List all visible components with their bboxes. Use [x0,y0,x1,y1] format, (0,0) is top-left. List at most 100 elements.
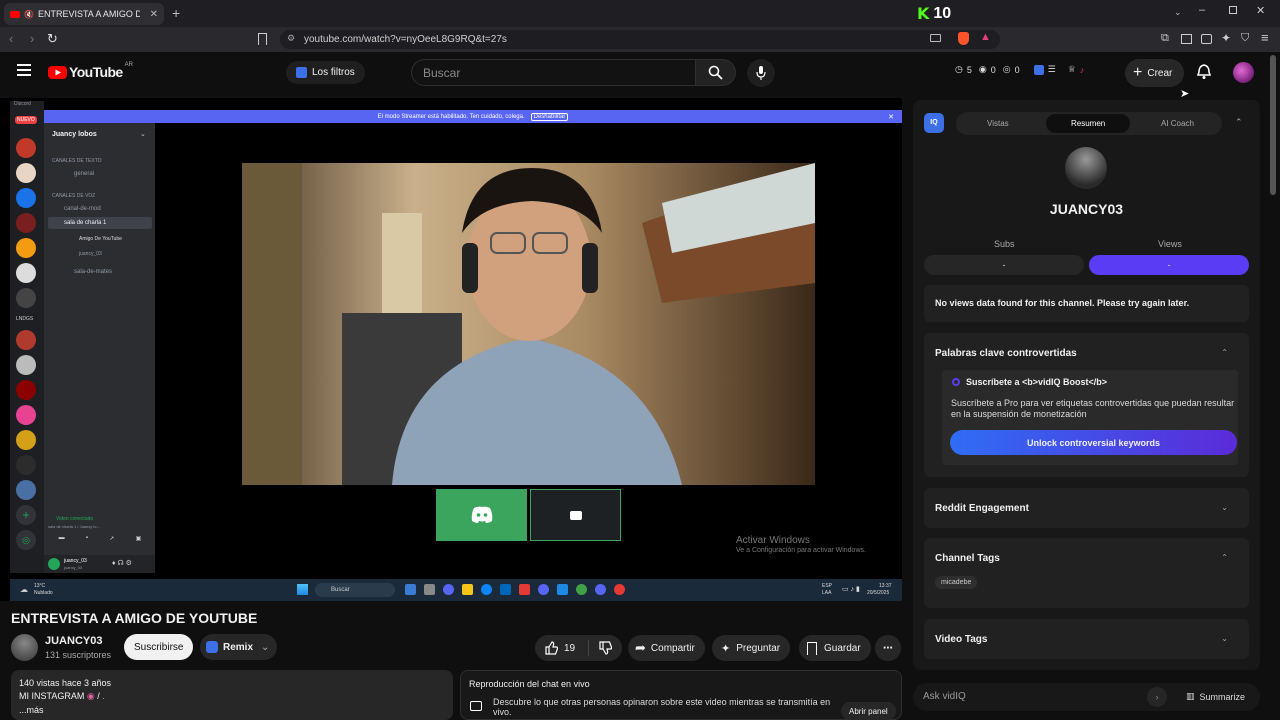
chevron-up-icon[interactable]: ⌃ [1221,348,1228,357]
windows-start-icon[interactable] [297,584,308,595]
description-more[interactable]: ...más [19,705,445,715]
brave-shield-icon[interactable] [958,32,969,45]
chevron-up-icon[interactable]: ⌃ [1221,553,1228,562]
channel-mod[interactable]: canal-de-mod [64,206,101,212]
description-box[interactable]: 140 vistas hace 3 años MI INSTAGRAM ◉ / … [11,670,453,720]
subscribe-button[interactable]: Suscribirse [124,634,194,660]
k-logo-icon: K [917,4,930,23]
self-video-tile[interactable] [530,489,621,541]
summarize-button[interactable]: ▥ Summarize [1186,691,1245,702]
tab-list-icon[interactable]: ⌄ [1174,7,1182,18]
hamburger-menu-icon[interactable] [17,64,31,76]
search-input[interactable]: Buscar [411,59,696,86]
browser-tab-bar: 🔇 ENTREVISTA A AMIGO DE YOUTUBE ✕ + K 10… [0,0,1280,27]
views-bar: - [1089,255,1249,275]
youtube-logo[interactable]: YouTube AR [48,62,133,80]
video-tags-card[interactable]: Video Tags ⌄ [924,619,1249,659]
vidiq-stats-toolbar[interactable]: ◷ 5 ◉ 0 ◎ 0 ☰ ♕ ♪ [955,64,1084,75]
vidiq-logo-icon[interactable]: IQ [924,113,944,133]
channel-general[interactable]: general [74,171,94,177]
tab-ai-coach[interactable]: AI Coach [1161,119,1194,128]
leo-ai-icon[interactable]: ✦ [1221,31,1231,45]
rewards-icon[interactable]: ▲ [980,31,991,43]
site-info-icon[interactable]: ⚙ [287,33,295,44]
voice-search-button[interactable] [747,59,775,87]
menu-icon[interactable]: ≡ [1261,30,1269,45]
bookmark-icon[interactable] [258,33,267,45]
browser-tab[interactable]: 🔇 ENTREVISTA A AMIGO DE YOUTUBE ✕ [4,3,164,25]
avatar[interactable] [1233,62,1254,83]
forward-icon[interactable]: › [30,31,34,46]
channel-avatar[interactable] [11,634,38,661]
channel-name[interactable]: JUANCY03 [45,635,102,647]
notifications-icon[interactable] [1197,64,1211,79]
voice-connected-sub: sala de charla 1 / Juancy lo... [48,524,100,529]
system-tray-icons[interactable]: ▭ ♪ ▮ [842,585,860,593]
url-field[interactable]: ⚙ youtube.com/watch?v=nyOeeL8G9RQ&t=27s … [280,30,1000,49]
tab-close-icon[interactable]: ✕ [150,9,158,20]
new-badge: NUEVO [15,116,37,124]
subscribe-label: Suscribirse [134,641,184,653]
server-name[interactable]: Juancy lobos [52,131,97,138]
tab-resumen[interactable]: Resumen [1071,119,1105,128]
trophy-icon: ♕ [1067,64,1076,74]
page-scrollbar[interactable] [1270,55,1276,195]
create-button[interactable]: + Crear [1125,59,1185,87]
more-actions-button[interactable]: ⋯ [875,635,901,661]
back-icon[interactable]: ‹ [9,31,13,46]
search-button[interactable] [696,59,736,86]
close-window-icon[interactable]: ✕ [1256,4,1265,17]
tab-vistas[interactable]: Vistas [987,119,1009,128]
channel-tags-card: Channel Tags ⌃ micadebe [924,538,1249,608]
wallet-icon[interactable] [1201,34,1212,44]
ask-button[interactable]: ✦ Preguntar [712,635,791,661]
like-button[interactable]: 19 [535,640,589,656]
collapse-icon[interactable]: ⌃ [1235,117,1243,128]
video-player[interactable]: Discord NUEVO LNDGS + ◎ Juancy lobos ⌄ C… [0,98,902,601]
share-button[interactable]: ➦ Compartir [628,635,705,661]
user-sub: juancy_03 [64,565,83,570]
channel-mates[interactable]: sala-de-mates [74,269,112,275]
sidebar-toggle-icon[interactable] [1181,34,1192,44]
channel-tags-title[interactable]: Channel Tags [935,553,1000,564]
video-tags-title: Video Tags [935,634,988,645]
remix-button[interactable]: Remix ⌄ [200,634,278,660]
dislike-button[interactable] [589,641,612,655]
vpn-icon[interactable]: ⛉ [1241,32,1249,45]
user-panel[interactable]: juancy_03 juancy_03 ♦ ☊ ⚙ [44,555,155,573]
unlock-keywords-button[interactable]: Unlock controversial keywords [950,430,1237,455]
vidiq-panel: IQ Vistas Resumen AI Coach ⌃ JUANCY03 Su… [913,100,1260,670]
taskbar-apps[interactable] [405,584,625,595]
restore-icon[interactable] [1229,6,1237,14]
microphone-icon [756,66,766,80]
extensions-icon[interactable]: ⧉ [1161,32,1169,45]
youtube-header: YouTube AR Los filtros Buscar ◷ 5 ◉ 0 ◎ 0 ☰… [0,52,1280,100]
minimize-icon[interactable]: – [1199,4,1205,16]
filters-button[interactable]: Los filtros [286,61,365,84]
close-banner-icon[interactable]: ✕ [888,113,894,121]
server-icons[interactable]: LNDGS + ◎ [16,138,38,550]
streamer-disable-button[interactable]: Deshabilitar [530,112,569,121]
controversial-title[interactable]: Palabras clave controvertidas [935,348,1077,359]
cast-icon[interactable] [930,34,941,42]
subs-value: - [1002,260,1006,270]
lndgs-label: LNDGS [16,316,34,322]
mute-icon[interactable]: 🔇 [24,10,34,19]
unlock-label: Unlock controversial keywords [1026,437,1161,448]
description-text: MI INSTAGRAM ◉ / . [19,691,105,701]
sparkle-icon: ✦ [721,642,731,655]
channel-avatar-large [1065,147,1107,189]
taskbar-search[interactable]: Buscar [315,583,395,597]
discord-call-tile[interactable] [436,489,527,541]
ask-vidiq-input[interactable]: Ask vidIQ [923,691,966,702]
send-button[interactable]: › [1147,687,1167,707]
weather-icon: ☁ [20,585,28,594]
open-panel-button[interactable]: Abrir panel [841,702,896,720]
channel-tag[interactable]: micadebe [935,576,978,589]
k-extension-logo[interactable]: K 10 [917,4,951,23]
new-tab-icon[interactable]: + [172,5,180,21]
reddit-card[interactable]: Reddit Engagement ⌄ [924,488,1249,528]
reload-icon[interactable]: ↻ [47,31,58,47]
save-button[interactable]: Guardar [799,635,871,661]
voice-controls[interactable]: ▬ ▪ ➚ ▣ [48,535,152,547]
